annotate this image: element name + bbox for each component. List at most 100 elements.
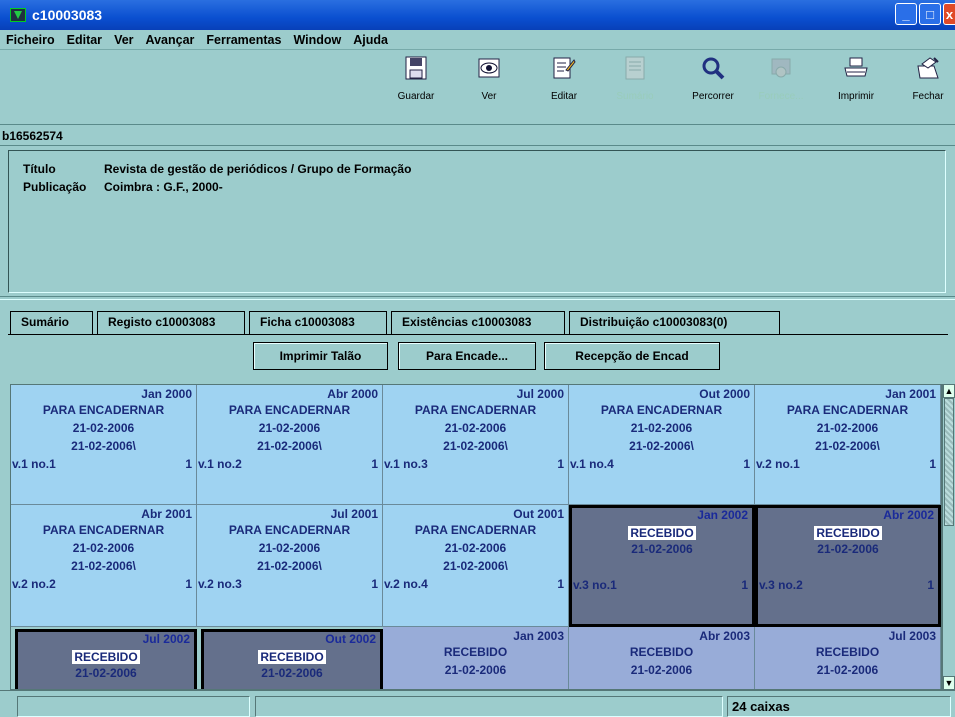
action-buttons: Imprimir Talão Para Encade... Recepção d… bbox=[253, 342, 720, 370]
tab-sumario[interactable]: Sumário bbox=[10, 311, 93, 334]
issue-status: PARA ENCADERNAR bbox=[414, 523, 537, 537]
para-encadernar-button[interactable]: Para Encade... bbox=[398, 342, 536, 370]
status-field-1 bbox=[17, 696, 250, 717]
tab-existencias[interactable]: Existências c10003083 bbox=[391, 311, 565, 334]
ver-button[interactable]: Ver bbox=[459, 55, 519, 102]
editar-button[interactable]: Editar bbox=[534, 55, 594, 102]
scroll-up-arrow-icon[interactable]: ▲ bbox=[943, 384, 955, 398]
tab-ficha[interactable]: Ficha c10003083 bbox=[249, 311, 387, 335]
issue-cell[interactable]: Abr 2000 PARA ENCADERNAR 21-02-2006 21-0… bbox=[197, 385, 383, 505]
sumario-label: Sumário bbox=[616, 91, 654, 102]
issue-date-2: 21-02-2006\ bbox=[257, 439, 322, 453]
issue-date-1: 21-02-2006 bbox=[72, 421, 135, 435]
issue-volume: v.1 no.2 bbox=[198, 457, 242, 471]
minimize-button[interactable]: _ bbox=[895, 3, 917, 25]
issue-volume: v.1 no.4 bbox=[570, 457, 614, 471]
record-info-panel: Título Revista de gestão de periódicos /… bbox=[8, 150, 946, 293]
issue-cell[interactable]: Out 2000 PARA ENCADERNAR 21-02-2006 21-0… bbox=[569, 385, 755, 505]
scroll-down-arrow-icon[interactable]: ▼ bbox=[943, 676, 955, 690]
issue-cell[interactable]: Jul 2003 RECEBIDO 21-02-2006 bbox=[755, 627, 941, 689]
issue-cell[interactable]: Abr 2003 RECEBIDO 21-02-2006 bbox=[569, 627, 755, 689]
issue-status: RECEBIDO bbox=[443, 645, 508, 659]
issue-status: PARA ENCADERNAR bbox=[42, 403, 165, 417]
menu-avancar[interactable]: Avançar bbox=[146, 33, 195, 47]
issue-cell-received[interactable]: Abr 2002 RECEBIDO 21-02-2006 v.3 no.2 1 bbox=[755, 505, 941, 627]
issue-count: 1 bbox=[371, 457, 378, 471]
tab-registo[interactable]: Registo c10003083 bbox=[97, 311, 245, 334]
issue-cell-received[interactable]: Jul 2002 RECEBIDO 21-02-2006 bbox=[15, 629, 197, 689]
menu-ficheiro[interactable]: Ficheiro bbox=[6, 33, 55, 47]
issue-count: 1 bbox=[185, 457, 192, 471]
issue-date: Jul 2001 bbox=[330, 507, 378, 521]
ver-label: Ver bbox=[481, 91, 497, 102]
status-field-2 bbox=[255, 696, 723, 717]
issue-cell[interactable]: Abr 2001 PARA ENCADERNAR 21-02-2006 21-0… bbox=[11, 505, 197, 627]
issue-date-1: 21-02-2006 bbox=[258, 541, 321, 555]
issue-date: Jul 2000 bbox=[516, 387, 564, 401]
issue-status: RECEBIDO bbox=[814, 526, 882, 540]
issue-date-2: 21-02-2006\ bbox=[71, 559, 136, 573]
issue-date-1: 21-02-2006 bbox=[817, 542, 879, 556]
issue-volume: v.2 no.3 bbox=[198, 577, 242, 591]
imprimir-talao-button[interactable]: Imprimir Talão bbox=[253, 342, 388, 370]
issue-cell[interactable]: Jan 2001 PARA ENCADERNAR 21-02-2006 21-0… bbox=[755, 385, 941, 505]
issue-volume: v.2 no.4 bbox=[384, 577, 428, 591]
issue-date: Jan 2001 bbox=[885, 387, 936, 401]
issue-status: PARA ENCADERNAR bbox=[600, 403, 723, 417]
issue-cell[interactable]: Jan 2003 RECEBIDO 21-02-2006 bbox=[383, 627, 569, 689]
issue-cell[interactable]: Jan 2000 PARA ENCADERNAR 21-02-2006 21-0… bbox=[11, 385, 197, 505]
issue-volume: v.1 no.3 bbox=[384, 457, 428, 471]
maximize-button[interactable]: □ bbox=[919, 3, 941, 25]
percorrer-button[interactable]: Percorrer bbox=[683, 55, 743, 102]
save-icon bbox=[403, 55, 429, 81]
issue-date: Jan 2000 bbox=[141, 387, 192, 401]
fornece-label: Fornece... bbox=[758, 91, 804, 102]
issue-cell[interactable]: Jul 2000 PARA ENCADERNAR 21-02-2006 21-0… bbox=[383, 385, 569, 505]
fechar-button[interactable]: Fechar bbox=[898, 55, 955, 102]
tab-bar: Sumário Registo c10003083 Ficha c1000308… bbox=[10, 311, 784, 335]
issue-date-1: 21-02-2006 bbox=[816, 421, 879, 435]
panel-divider[interactable] bbox=[0, 296, 955, 300]
view-eye-icon bbox=[476, 55, 502, 81]
issue-cell[interactable]: Jul 2001 PARA ENCADERNAR 21-02-2006 21-0… bbox=[197, 505, 383, 627]
imprimir-label: Imprimir bbox=[837, 91, 875, 102]
issue-date: Abr 2001 bbox=[141, 507, 192, 521]
issue-cell[interactable]: Out 2001 PARA ENCADERNAR 21-02-2006 21-0… bbox=[383, 505, 569, 627]
supplier-icon bbox=[768, 55, 794, 81]
menu-ver[interactable]: Ver bbox=[114, 33, 133, 47]
imprimir-button[interactable]: Imprimir bbox=[826, 55, 886, 102]
issue-cell-received[interactable]: Out 2002 RECEBIDO 21-02-2006 bbox=[201, 629, 383, 689]
fornece-button: Fornece... bbox=[751, 55, 811, 102]
menu-ferramentas[interactable]: Ferramentas bbox=[206, 33, 281, 47]
scroll-thumb[interactable] bbox=[944, 398, 954, 526]
issue-date: Out 2002 bbox=[325, 632, 376, 646]
publicacao-value: Coimbra : G.F., 2000- bbox=[104, 180, 223, 194]
issue-cell-received[interactable]: Jan 2002 RECEBIDO 21-02-2006 v.3 no.1 1 bbox=[569, 505, 755, 627]
grid-scrollbar[interactable]: ▲ ▼ bbox=[942, 384, 955, 690]
menu-ajuda[interactable]: Ajuda bbox=[353, 33, 388, 47]
issue-date-2: 21-02-2006\ bbox=[257, 559, 322, 573]
guardar-label: Guardar bbox=[397, 91, 435, 102]
fechar-label: Fechar bbox=[912, 91, 944, 102]
menu-editar[interactable]: Editar bbox=[67, 33, 102, 47]
titulo-value: Revista de gestão de periódicos / Grupo … bbox=[104, 162, 412, 176]
issue-date-1: 21-02-2006 bbox=[72, 541, 135, 555]
tab-distribuicao[interactable]: Distribuição c10003083(0) bbox=[569, 311, 780, 334]
issue-date: Jul 2002 bbox=[142, 632, 190, 646]
tab-underline bbox=[8, 334, 948, 335]
recepcao-encad-button[interactable]: Recepção de Encad bbox=[544, 342, 720, 370]
issue-status: RECEBIDO bbox=[258, 650, 326, 664]
issue-count: 1 bbox=[927, 578, 934, 592]
issue-count: 1 bbox=[185, 577, 192, 591]
summary-icon bbox=[622, 55, 648, 81]
guardar-button[interactable]: Guardar bbox=[386, 55, 446, 102]
percorrer-label: Percorrer bbox=[692, 91, 734, 102]
app-icon bbox=[10, 8, 26, 22]
issue-status: PARA ENCADERNAR bbox=[786, 403, 909, 417]
issue-date-1: 21-02-2006 bbox=[258, 421, 321, 435]
menu-window[interactable]: Window bbox=[293, 33, 341, 47]
issue-date: Out 2001 bbox=[513, 507, 564, 521]
issue-date-1: 21-02-2006 bbox=[444, 541, 507, 555]
close-button[interactable]: x bbox=[943, 3, 955, 25]
issue-status: PARA ENCADERNAR bbox=[414, 403, 537, 417]
